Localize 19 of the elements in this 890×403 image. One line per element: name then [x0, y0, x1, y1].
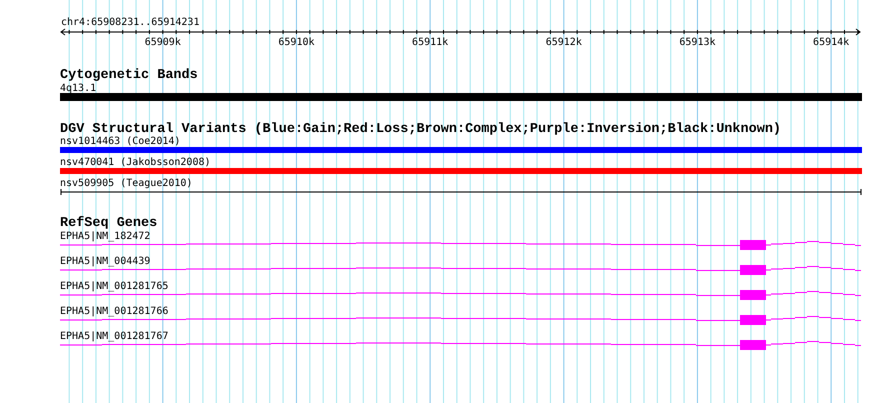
gene-label: EPHA5|NM_001281765: [60, 281, 168, 292]
ruler-tick-label: 65914k: [813, 37, 850, 48]
ruler-tick-label: 65911k: [412, 37, 448, 48]
band-label: 4q13.1: [60, 83, 96, 94]
gene-label: EPHA5|NM_001281766: [60, 306, 168, 317]
track-title: DGV Structural Variants (Blue:Gain;Red:Loss;Brown:Complex;Purple:Inversion;Black:Unknown): [60, 122, 782, 137]
gene-label: EPHA5|NM_182472: [60, 231, 150, 242]
ruler-tick-label: 65909k: [144, 37, 181, 48]
track-title: RefSeq Genes: [60, 216, 158, 231]
track-title: Cytogenetic Bands: [60, 68, 198, 83]
variant-label: nsv470041 (Jakobsson2008): [60, 157, 211, 168]
gene-label: EPHA5|NM_001281767: [60, 331, 168, 342]
ruler-tick-label: 65912k: [546, 37, 582, 48]
ruler-tick-label: 65913k: [679, 37, 716, 48]
variant-label: nsv509905 (Teague2010): [60, 178, 192, 189]
gene-label: EPHA5|NM_004439: [60, 256, 150, 267]
ruler-tick-label: 65910k: [278, 37, 315, 48]
location-label: chr4:65908231..65914231: [61, 17, 200, 28]
variant-label: nsv1014463 (Coe2014): [60, 136, 180, 147]
